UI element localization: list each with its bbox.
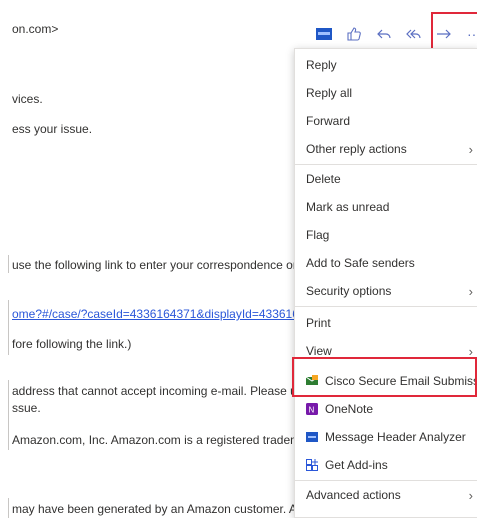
quote-bar (8, 380, 9, 450)
quote-bar (8, 498, 9, 518)
email-text-line: fore following the link.) (12, 337, 132, 351)
menu-item-forward[interactable]: Forward (295, 107, 477, 135)
menu-item-onenote[interactable]: N OneNote (295, 395, 477, 423)
chevron-right-icon: › (468, 141, 473, 157)
email-text-line: ssue. (12, 401, 41, 415)
menu-item-add-to-safe-senders[interactable]: Add to Safe senders (295, 249, 477, 277)
reply-icon[interactable] (375, 25, 393, 43)
cisco-item-highlight (292, 357, 477, 397)
menu-item-message-header-analyzer[interactable]: Message Header Analyzer (295, 423, 477, 451)
more-actions-menu: Reply Reply all Forward Other reply acti… (294, 48, 477, 518)
sender-address: on.com> (12, 22, 59, 36)
onenote-icon: N (306, 403, 318, 415)
menu-item-other-reply-actions[interactable]: Other reply actions › (295, 135, 477, 163)
menu-item-flag[interactable]: Flag (295, 221, 477, 249)
like-icon[interactable] (345, 25, 363, 43)
email-text-line: address that cannot accept incoming e-ma… (12, 384, 317, 398)
svg-text:N: N (309, 406, 315, 415)
email-text-line: use the following link to enter your cor… (12, 258, 307, 272)
chevron-right-icon: › (468, 283, 473, 299)
message-header-analyzer-icon[interactable] (315, 25, 333, 43)
case-link[interactable]: ome?#/case/?caseId=4336164371&displayId=… (12, 307, 312, 321)
menu-item-security-options[interactable]: Security options › (295, 277, 477, 305)
email-text-line: Amazon.com, Inc. Amazon.com is a registe… (12, 433, 311, 447)
message-header-analyzer-icon (306, 431, 318, 443)
reply-all-icon[interactable] (405, 25, 423, 43)
menu-item-reply-all[interactable]: Reply all (295, 79, 477, 107)
menu-item-delete[interactable]: Delete (295, 165, 477, 193)
email-text-line: ess your issue. (12, 122, 93, 136)
menu-item-mark-as-unread[interactable]: Mark as unread (295, 193, 477, 221)
email-text-line: vices. (12, 92, 43, 106)
menu-item-reply[interactable]: Reply (295, 51, 477, 79)
chevron-right-icon: › (468, 487, 473, 503)
menu-divider (295, 306, 477, 307)
quote-bar (8, 255, 9, 273)
menu-item-advanced-actions[interactable]: Advanced actions › (295, 481, 477, 509)
quote-bar (8, 300, 9, 355)
add-ins-icon (306, 459, 318, 471)
menu-item-print[interactable]: Print (295, 309, 477, 337)
menu-item-get-add-ins[interactable]: Get Add-ins (295, 451, 477, 479)
